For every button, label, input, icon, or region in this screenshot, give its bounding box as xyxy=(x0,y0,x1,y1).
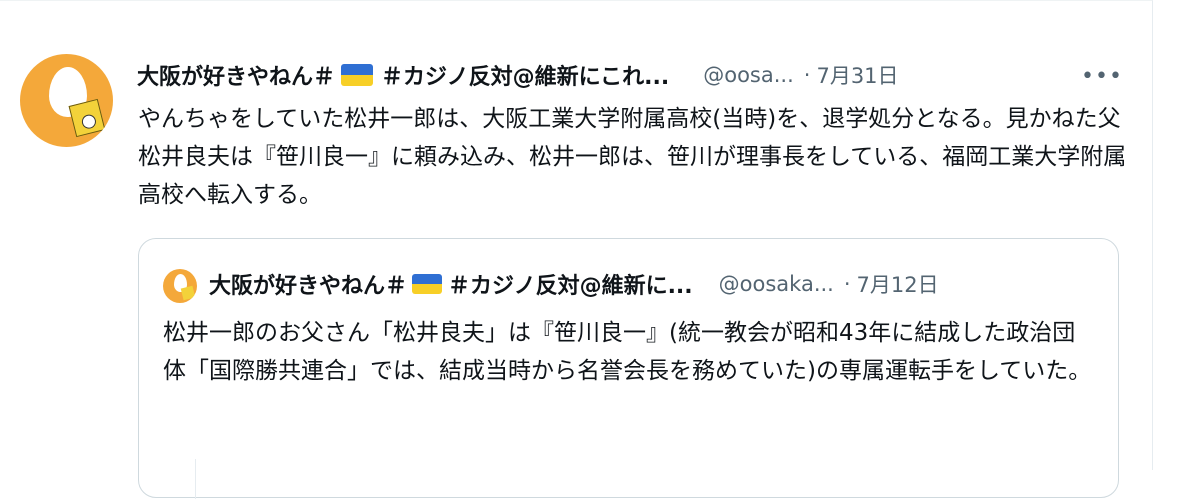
ukraine-flag-icon xyxy=(341,64,374,86)
timeline-feed: 大阪が好きやねん＃ ＃カジノ反対@維新にこれ... @oosa... · 7月3… xyxy=(0,0,1153,499)
ukraine-flag-icon xyxy=(412,274,443,294)
quoted-tweet[interactable]: 大阪が好きやねん＃ ＃カジノ反対@維新に... @oosaka... · 7月1… xyxy=(138,238,1119,499)
quoted-tweet-text: 松井一郎のお父さん「松井良夫」は『笹川良一』(統一教会が昭和43年に結成した政治… xyxy=(163,320,1092,384)
tweet-date[interactable]: 7月31日 xyxy=(816,60,898,90)
user-handle[interactable]: @oosa... xyxy=(703,63,794,87)
user-avatar[interactable] xyxy=(20,54,113,147)
tweet-text: やんちゃをしていた松井一郎は、大阪工業大学附属高校(当時)を、退学処分となる。見… xyxy=(138,106,1127,208)
quoted-display-name[interactable]: 大阪が好きやねん＃ xyxy=(209,268,407,300)
display-name[interactable]: 大阪が好きやねん＃ xyxy=(137,59,335,91)
separator-dot: · xyxy=(843,272,851,296)
separator-dot: · xyxy=(803,63,811,87)
avatar-sticker xyxy=(68,98,106,138)
tweet[interactable]: 大阪が好きやねん＃ ＃カジノ反対@維新にこれ... @oosa... · 7月3… xyxy=(0,1,1153,499)
quoted-media-edge xyxy=(195,459,196,499)
avatar-sticker xyxy=(180,285,196,301)
quoted-tweet-header: 大阪が好きやねん＃ ＃カジノ反対@維新に... @oosaka... · 7月1… xyxy=(209,267,1109,301)
more-options-icon[interactable]: ••• xyxy=(1081,64,1122,89)
quoted-user-handle[interactable]: @oosaka... xyxy=(719,272,834,296)
quoted-user-avatar[interactable] xyxy=(163,269,197,303)
tweet-header: 大阪が好きやねん＃ ＃カジノ反対@維新にこれ... @oosa... · 7月3… xyxy=(137,59,1127,91)
display-name-suffix[interactable]: ＃カジノ反対@維新にこれ... xyxy=(381,59,669,91)
quoted-display-name-suffix[interactable]: ＃カジノ反対@維新に... xyxy=(448,268,693,300)
quoted-tweet-date[interactable]: 7月12日 xyxy=(857,269,939,299)
